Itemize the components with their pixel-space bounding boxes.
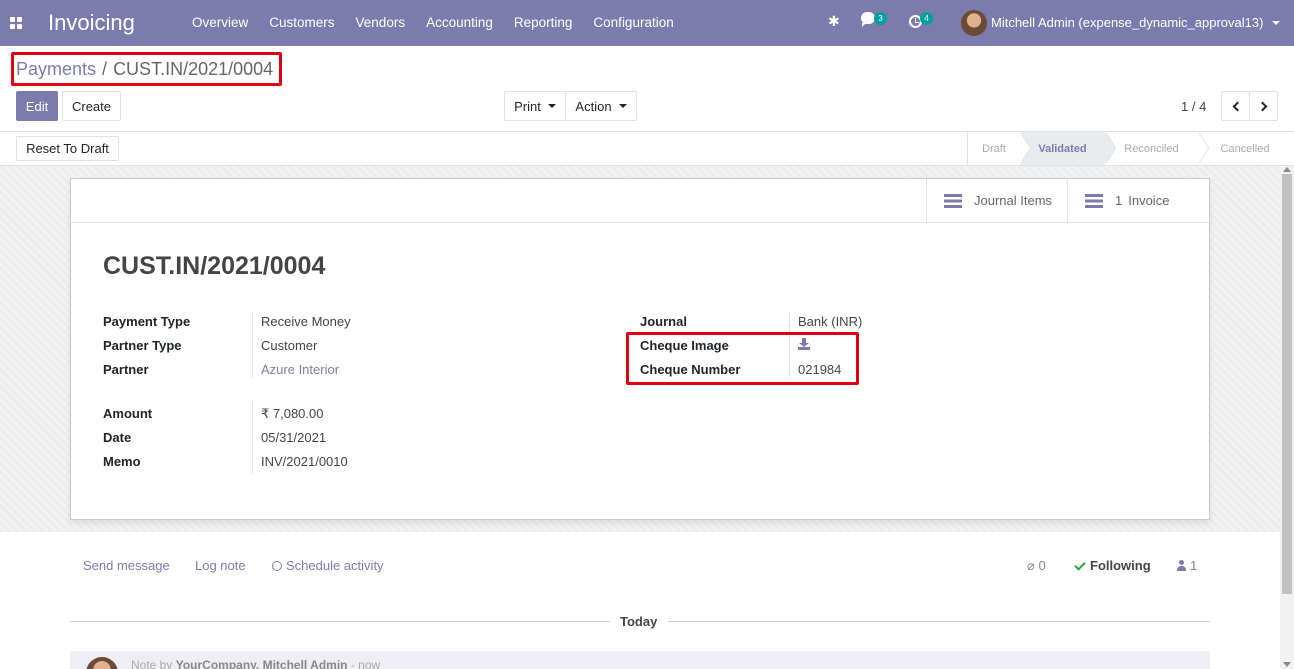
send-message-link[interactable]: Send message [83, 558, 170, 573]
status-step-label: Reconciled [1124, 142, 1179, 155]
menu-item-overview[interactable]: Overview [192, 15, 248, 30]
user-avatar[interactable] [961, 10, 987, 36]
status-step-reconciled[interactable]: Reconciled [1105, 132, 1209, 165]
apps-menu-icon[interactable] [10, 17, 22, 29]
followers-count: 1 [1190, 558, 1198, 573]
schedule-activity-label: Schedule activity [286, 558, 384, 573]
form-sheet: Journal Items 1 Invoice CUST.IN/2021/000… [70, 178, 1210, 520]
page-scrollbar[interactable] [1280, 166, 1294, 669]
pager-value[interactable]: 1 / 4 [1181, 99, 1206, 114]
invoice-label: Invoice [1128, 193, 1170, 208]
activities-badge: 4 [920, 12, 933, 25]
journal-items-label: Journal Items [974, 193, 1053, 208]
highlight-box-cheque-fields [626, 332, 859, 385]
status-step-draft[interactable]: Draft [968, 132, 1031, 165]
action-dropdown[interactable]: Action [565, 91, 637, 121]
partner-type-value: Customer [261, 338, 318, 353]
journal-items-button[interactable]: Journal Items [926, 179, 1068, 222]
top-navbar: Invoicing Overview Customers Vendors Acc… [0, 0, 1294, 46]
record-title: CUST.IN/2021/0004 [103, 252, 326, 280]
menu-item-customers[interactable]: Customers [269, 15, 334, 30]
message-meta: Note by YourCompany, Mitchell Admin - no… [131, 658, 380, 669]
user-icon [1177, 560, 1186, 571]
date-label: Date [103, 430, 132, 445]
scroll-down-arrow-icon[interactable] [1283, 662, 1291, 667]
status-step-validated: Validated [1020, 132, 1116, 165]
author-avatar[interactable] [86, 657, 118, 669]
today-divider-right [668, 621, 1210, 622]
attachments-button[interactable]: ⌀ 0 [1027, 558, 1046, 574]
caret-down-icon [618, 104, 627, 108]
status-steps: Draft Validated Reconciled Cancelled [967, 132, 1292, 165]
followers-button[interactable]: 1 [1177, 558, 1197, 573]
attachments-count: 0 [1038, 558, 1046, 573]
scrollbar-thumb[interactable] [1282, 174, 1292, 594]
log-note-link[interactable]: Log note [195, 558, 246, 573]
chatter-message: Note by YourCompany, Mitchell Admin - no… [70, 651, 1210, 669]
invoice-button[interactable]: 1 Invoice [1067, 179, 1209, 222]
menu-item-accounting[interactable]: Accounting [426, 15, 493, 30]
bars-icon [944, 193, 962, 208]
field-divider [252, 402, 253, 474]
create-button[interactable]: Create [62, 91, 121, 121]
action-label: Action [575, 98, 612, 114]
menu-item-vendors[interactable]: Vendors [356, 15, 406, 30]
reset-to-draft-button[interactable]: Reset To Draft [16, 136, 119, 161]
note-prefix: Note by [131, 658, 173, 669]
journal-label: Journal [640, 314, 687, 329]
payment-type-label: Payment Type [103, 314, 191, 329]
menu-item-configuration[interactable]: Configuration [593, 15, 673, 30]
menu-item-reporting[interactable]: Reporting [514, 15, 573, 30]
print-dropdown[interactable]: Print [504, 91, 566, 121]
pager-next-button[interactable] [1249, 91, 1278, 121]
field-divider [252, 312, 253, 378]
partner-link[interactable]: Azure Interior [261, 362, 339, 377]
following-label: Following [1090, 558, 1151, 573]
app-title[interactable]: Invoicing [48, 10, 135, 36]
check-icon [1074, 559, 1086, 571]
scroll-up-arrow-icon[interactable] [1283, 167, 1291, 172]
edit-button[interactable]: Edit [16, 91, 58, 121]
status-step-label: Validated [1038, 142, 1087, 155]
today-label: Today [620, 614, 658, 629]
pager-previous-button[interactable] [1221, 91, 1250, 121]
user-menu[interactable]: Mitchell Admin (expense_dynamic_approval… [991, 15, 1263, 30]
note-time: - now [350, 658, 381, 669]
main-menu: Overview Customers Vendors Accounting Re… [192, 15, 695, 30]
chevron-left-icon [1232, 101, 1242, 111]
today-divider-left [70, 621, 610, 622]
memo-value: INV/2021/0010 [261, 454, 348, 469]
following-button[interactable]: Following [1074, 558, 1151, 573]
status-step-label: Draft [982, 142, 1006, 155]
amount-label: Amount [103, 406, 153, 421]
payment-type-value: Receive Money [261, 314, 351, 329]
journal-value: Bank (INR) [798, 314, 863, 329]
partner-label: Partner [103, 362, 149, 377]
user-menu-caret-icon[interactable] [1272, 21, 1280, 25]
paperclip-icon: ⌀ [1027, 558, 1035, 573]
smart-button-box: Journal Items 1 Invoice [71, 179, 1209, 223]
clock-icon [272, 561, 282, 571]
partner-type-label: Partner Type [103, 338, 182, 353]
highlight-box-breadcrumb [11, 52, 282, 86]
bars-icon [1085, 193, 1103, 208]
invoice-count: 1 [1115, 193, 1123, 208]
bug-icon[interactable]: ✱ [828, 13, 840, 30]
print-label: Print [514, 98, 541, 114]
messages-badge: 3 [874, 12, 887, 25]
status-step-cancelled[interactable]: Cancelled [1198, 132, 1292, 165]
chat-icon[interactable] [861, 12, 875, 27]
schedule-activity-link[interactable]: Schedule activity [272, 558, 384, 573]
date-value: 05/31/2021 [261, 430, 327, 445]
status-step-label: Cancelled [1220, 142, 1270, 155]
memo-label: Memo [103, 454, 141, 469]
caret-down-icon [547, 104, 556, 108]
statusbar-row: Reset To Draft Draft Validated Reconcile… [0, 131, 1294, 166]
amount-value: ₹ 7,080.00 [261, 406, 324, 421]
note-author[interactable]: YourCompany, Mitchell Admin [176, 658, 348, 669]
chevron-right-icon [1257, 101, 1267, 111]
